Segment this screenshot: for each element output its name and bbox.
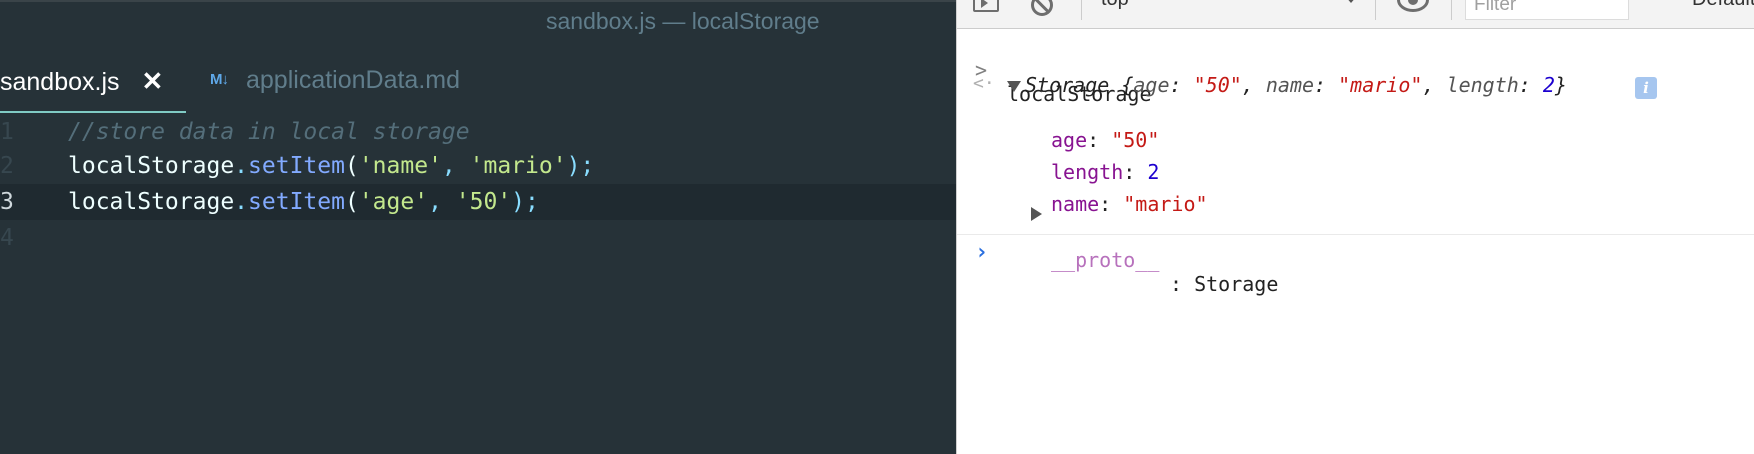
eye-icon[interactable] — [1397, 0, 1429, 12]
filter-input[interactable] — [1465, 0, 1629, 20]
result-arrow-icon: <· — [973, 73, 995, 94]
sidebar-toggle-icon[interactable] — [973, 0, 999, 12]
expand-triangle-icon[interactable] — [1031, 207, 1042, 221]
code-comment: //store data in local storage — [68, 119, 470, 145]
preview-value: "50" — [1193, 73, 1242, 97]
tab-application-data-md[interactable]: M↓ applicationData.md — [210, 66, 460, 95]
code-method: setItem — [248, 153, 345, 179]
context-selector[interactable]: top — [1101, 0, 1129, 11]
proto-row[interactable]: __proto__ : Storage — [957, 200, 1754, 320]
devtools-console: top Default levels > localStorage <· Sto… — [956, 0, 1754, 454]
code-line-1[interactable]: 1 //store data in local storage — [0, 114, 956, 150]
code-paren: ( — [344, 153, 359, 179]
line-number: 1 — [0, 119, 14, 145]
code-object: localStorage — [68, 153, 235, 179]
code-editor: sandbox.js — localStorage sandbox.js ✕ M↓… — [0, 0, 956, 454]
info-icon[interactable]: i — [1635, 77, 1657, 99]
console-prompt[interactable]: › — [975, 240, 988, 265]
line-number: 2 — [0, 153, 14, 179]
chevron-down-icon[interactable] — [1345, 0, 1357, 3]
preview-key: age — [1133, 73, 1170, 97]
line-number: 4 — [0, 225, 14, 251]
tab-label: sandbox.js — [0, 68, 120, 96]
code-close: ); — [511, 189, 539, 215]
code-object: localStorage — [68, 189, 235, 215]
code-string: 'name' — [358, 153, 442, 179]
code-close: ); — [566, 153, 595, 179]
console-toolbar: top Default levels — [957, 0, 1754, 29]
code-dot: . — [234, 189, 249, 215]
window-title: sandbox.js — localStorage — [546, 8, 820, 34]
brace: } — [1554, 73, 1567, 97]
proto-value: : Storage — [1170, 272, 1279, 296]
code-string: 'mario' — [469, 153, 567, 179]
toolbar-divider — [1081, 0, 1082, 20]
preview-key: length — [1446, 73, 1519, 97]
markdown-icon: M↓ — [210, 71, 229, 88]
tab-sandbox-js[interactable]: sandbox.js ✕ — [0, 66, 163, 97]
preview-value: "mario" — [1338, 73, 1423, 97]
preview-key: name — [1265, 73, 1315, 97]
close-icon[interactable]: ✕ — [142, 66, 164, 97]
preview-value: 2 — [1542, 73, 1555, 97]
toolbar-divider — [1375, 0, 1376, 20]
code-line-2[interactable]: 2 localStorage.setItem('name', 'mario'); — [0, 148, 956, 184]
object-type: Storage — [1025, 73, 1110, 97]
clear-console-icon[interactable] — [1031, 0, 1053, 16]
code-comma: , — [441, 153, 470, 179]
console-divider — [957, 234, 1754, 235]
proto-type: Storage — [1194, 272, 1279, 296]
code-paren: ( — [344, 189, 359, 215]
code-string: 'age' — [358, 189, 429, 215]
code-method: setItem — [248, 189, 345, 215]
code-line-4[interactable]: 4 — [0, 220, 956, 256]
line-number: 3 — [0, 189, 14, 215]
toolbar-divider — [1451, 0, 1452, 20]
console-input-entry: > localStorage — [957, 34, 1754, 106]
code-dot: . — [234, 153, 249, 179]
proto-key: __proto__ — [1051, 248, 1160, 272]
object-preview[interactable]: Storage {age: "50", name: "mario", lengt… — [1025, 73, 1567, 97]
tab-label: applicationData.md — [246, 66, 461, 94]
code-line-3[interactable]: 3 localStorage.setItem('age', '50'); — [0, 184, 956, 220]
log-levels-dropdown[interactable]: Default levels — [1692, 0, 1754, 11]
code-string: '50' — [455, 189, 512, 215]
expand-triangle-icon[interactable] — [1007, 81, 1021, 92]
active-tab-indicator — [0, 111, 186, 113]
brace: { — [1109, 73, 1134, 97]
code-comma: , — [428, 189, 456, 215]
editor-top-border — [0, 0, 956, 2]
